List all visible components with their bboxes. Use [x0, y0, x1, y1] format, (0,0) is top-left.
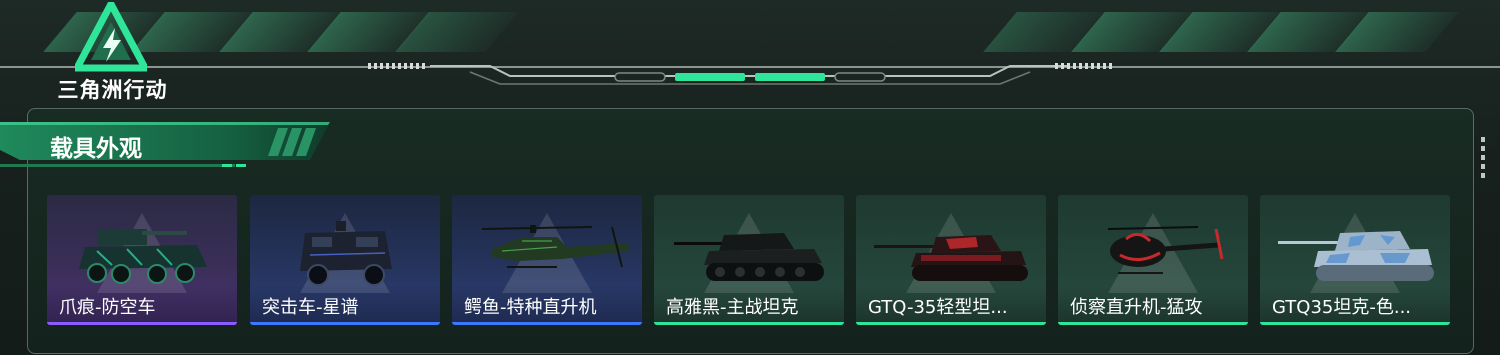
header-ornament	[430, 65, 1070, 85]
rarity-bar	[1058, 322, 1248, 325]
scroll-indicator[interactable]	[1481, 137, 1485, 181]
panel-title: 载具外观	[50, 136, 142, 162]
vehicle-card[interactable]: 鳄鱼-特种直升机	[452, 195, 642, 325]
vehicle-card-label: 高雅黑-主战坦克	[666, 297, 799, 318]
attack-helicopter-icon	[481, 225, 630, 268]
armored-car-icon	[300, 221, 392, 286]
top-banner: 三角洲行动	[0, 0, 1500, 105]
vehicle-card[interactable]: 侦察直升机-猛攻	[1058, 195, 1248, 325]
rarity-bar	[654, 322, 844, 325]
delta-logo-icon	[75, 2, 147, 72]
camo-tank-icon	[1278, 231, 1434, 281]
hatch-left	[368, 63, 425, 69]
hatch-right	[1055, 63, 1112, 69]
vehicle-card[interactable]: 高雅黑-主战坦克	[654, 195, 844, 325]
vehicle-card-label: 鳄鱼-特种直升机	[464, 297, 597, 318]
vehicle-card-label: 爪痕-防空车	[59, 297, 156, 318]
vehicle-card[interactable]: 爪痕-防空车	[47, 195, 237, 325]
vehicle-card-label: 侦察直升机-猛攻	[1070, 297, 1203, 318]
rarity-bar	[856, 322, 1046, 325]
vehicle-card[interactable]: GTQ35坦克-色...	[1260, 195, 1450, 325]
main-battle-tank-icon	[674, 233, 824, 281]
vehicle-card-label: 突击车-星谱	[262, 297, 359, 318]
rarity-bar	[1260, 322, 1450, 325]
scout-helicopter-icon	[1107, 226, 1224, 274]
logo-text: 三角洲行动	[57, 78, 168, 102]
rarity-bar	[47, 322, 237, 325]
ifv-icon	[79, 229, 207, 284]
vehicle-card-label: GTQ-35轻型坦...	[868, 297, 1008, 318]
rarity-bar	[250, 322, 440, 325]
right-stripes	[983, 12, 1459, 52]
vehicle-card[interactable]: GTQ-35轻型坦...	[856, 195, 1046, 325]
rarity-bar	[452, 322, 642, 325]
vehicle-card-label: GTQ35坦克-色...	[1272, 297, 1412, 318]
game-logo: 三角洲行动	[45, 2, 180, 102]
vehicle-card[interactable]: 突击车-星谱	[250, 195, 440, 325]
light-tank-icon	[874, 235, 1028, 281]
